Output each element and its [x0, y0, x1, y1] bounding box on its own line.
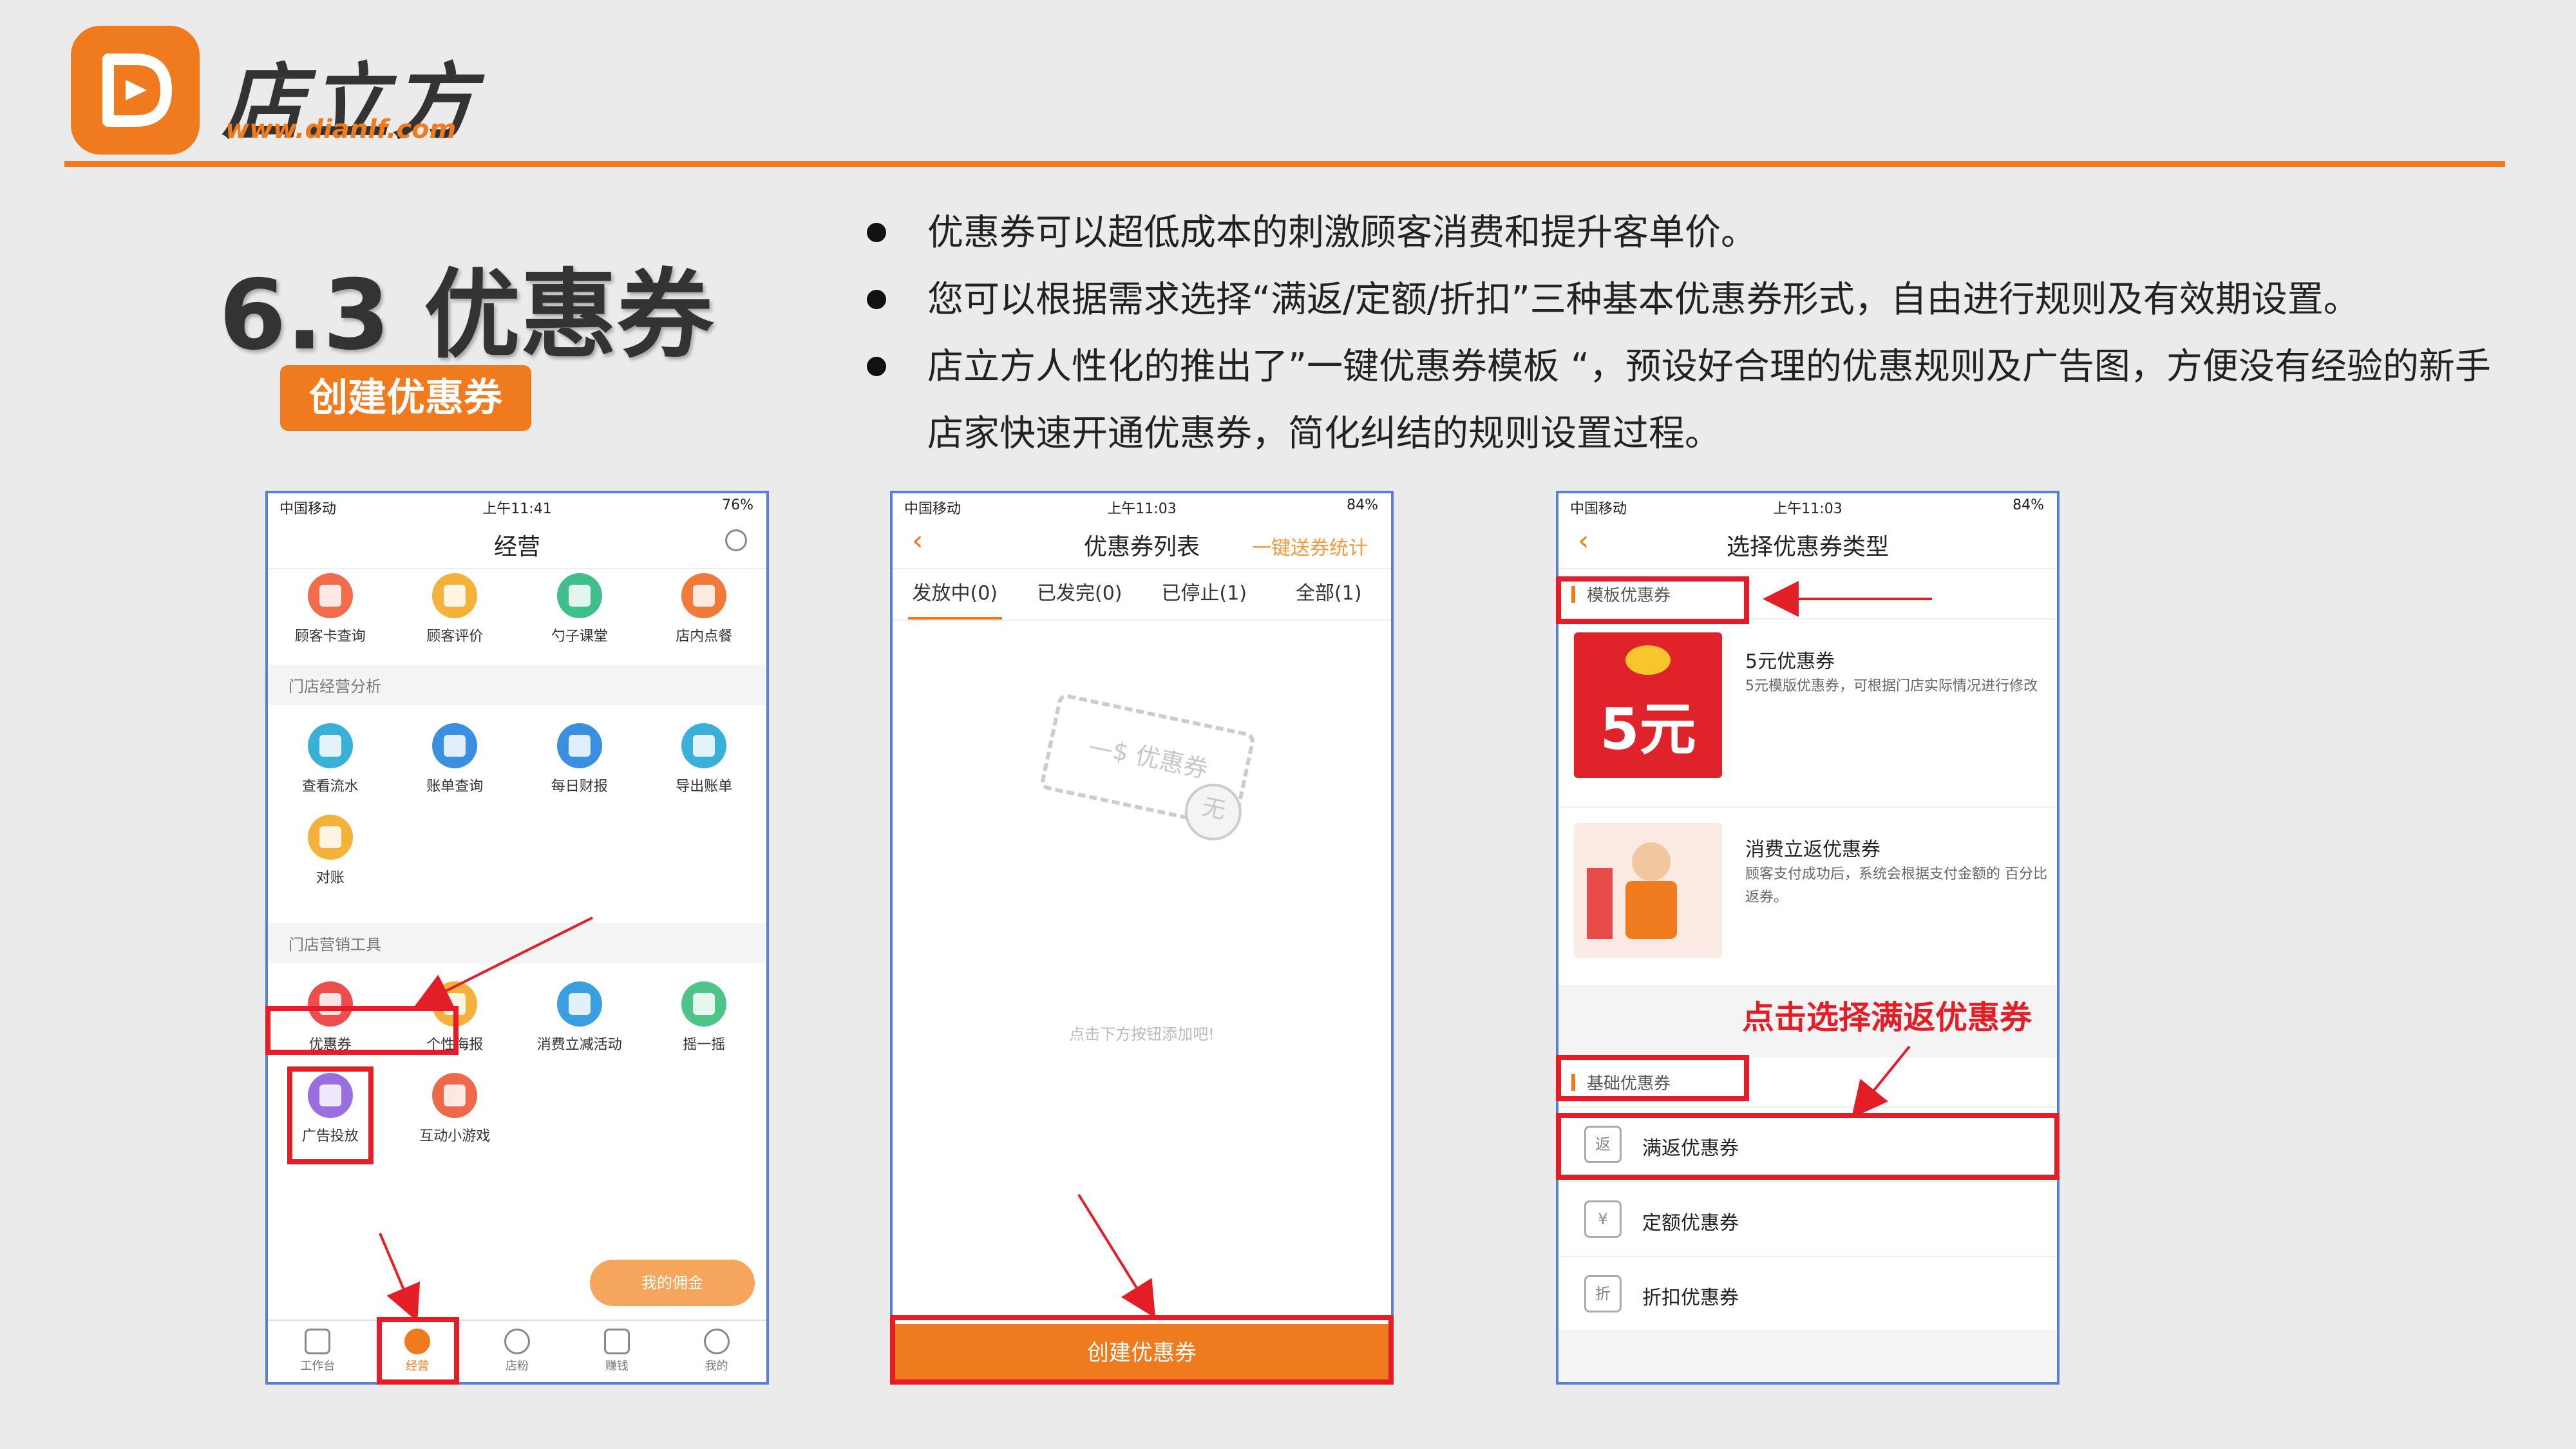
arrow-to-create-button — [1077, 1193, 1156, 1318]
arrow-to-marketing — [413, 916, 593, 1007]
arrow-to-rebate — [1851, 1045, 1911, 1119]
pointer-arrows — [379, 581, 1932, 1322]
arrow-to-operations-tab — [379, 1233, 421, 1322]
